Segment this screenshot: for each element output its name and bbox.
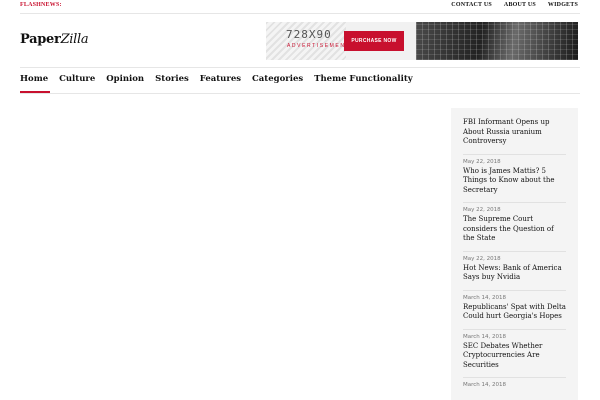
- nav-item-culture[interactable]: Culture: [59, 74, 95, 84]
- widgets-link[interactable]: WIDGETS: [548, 2, 578, 8]
- main-nav: Home Culture Opinion Stories Features Ca…: [20, 74, 424, 93]
- site-logo[interactable]: PaperZilla: [20, 32, 89, 47]
- nav-item-theme-functionality[interactable]: Theme Functionality: [314, 74, 413, 84]
- nav-item-categories[interactable]: Categories: [252, 74, 303, 84]
- sidebar-post[interactable]: March 14, 2018: [463, 377, 566, 397]
- nav-divider-top: [20, 67, 580, 68]
- post-title[interactable]: Republicans' Spat with Delta Could hurt …: [463, 303, 566, 322]
- sidebar-post-list: FBI Informant Opens up About Russia uran…: [451, 108, 578, 400]
- sidebar-post[interactable]: May 22, 2018 Hot News: Bank of America S…: [463, 250, 566, 290]
- ad-dimensions: 728X90: [286, 28, 332, 41]
- logo-part-1: Paper: [20, 32, 61, 47]
- post-date: March 14, 2018: [463, 382, 507, 388]
- post-date: May 22, 2018: [463, 158, 501, 165]
- top-bar: FLASHNEWS: CONTACT US ABOUT US WIDGETS: [20, 0, 580, 14]
- sidebar-post[interactable]: March 14, 2018 Republicans' Spat with De…: [463, 289, 566, 329]
- ad-building-image: [416, 22, 578, 60]
- sidebar-post[interactable]: FBI Informant Opens up About Russia uran…: [463, 118, 566, 154]
- flashnews-label: FLASHNEWS:: [20, 2, 62, 8]
- nav-item-features[interactable]: Features: [200, 74, 241, 84]
- ad-banner[interactable]: 728X90 ADVERTISEMENT PURCHASE NOW: [266, 22, 578, 60]
- contact-us-link[interactable]: CONTACT US: [451, 2, 492, 8]
- nav-item-opinion[interactable]: Opinion: [106, 74, 144, 84]
- nav-item-home[interactable]: Home: [20, 74, 51, 93]
- ad-label: ADVERTISEMENT: [287, 43, 351, 49]
- post-title[interactable]: Who is James Mattis? 5 Things to Know ab…: [463, 167, 566, 196]
- post-title[interactable]: FBI Informant Opens up About Russia uran…: [463, 118, 566, 147]
- post-date: March 14, 2018: [463, 294, 507, 301]
- purchase-now-button[interactable]: PURCHASE NOW: [344, 31, 404, 51]
- post-date: May 22, 2018: [463, 207, 501, 213]
- nav-divider-bottom: [20, 93, 580, 94]
- about-us-link[interactable]: ABOUT US: [504, 2, 536, 8]
- top-links: CONTACT US ABOUT US WIDGETS: [451, 2, 578, 8]
- logo-part-2: Zilla: [60, 32, 89, 47]
- sidebar-post[interactable]: May 22, 2018 Who is James Mattis? 5 Thin…: [463, 153, 566, 203]
- post-date: March 14, 2018: [463, 333, 507, 340]
- post-date: May 22, 2018: [463, 255, 501, 262]
- sidebar-post[interactable]: March 14, 2018 SEC Debates Whether Crypt…: [463, 328, 566, 378]
- post-title[interactable]: Hot News: Bank of America Says buy Nvidi…: [463, 264, 566, 283]
- post-title[interactable]: SEC Debates Whether Cryptocurrencies Are…: [463, 342, 566, 371]
- post-title[interactable]: The Supreme Court considers the Question…: [463, 215, 566, 244]
- nav-item-stories[interactable]: Stories: [155, 74, 189, 84]
- sidebar-post[interactable]: May 22, 2018 The Supreme Court considers…: [463, 202, 566, 251]
